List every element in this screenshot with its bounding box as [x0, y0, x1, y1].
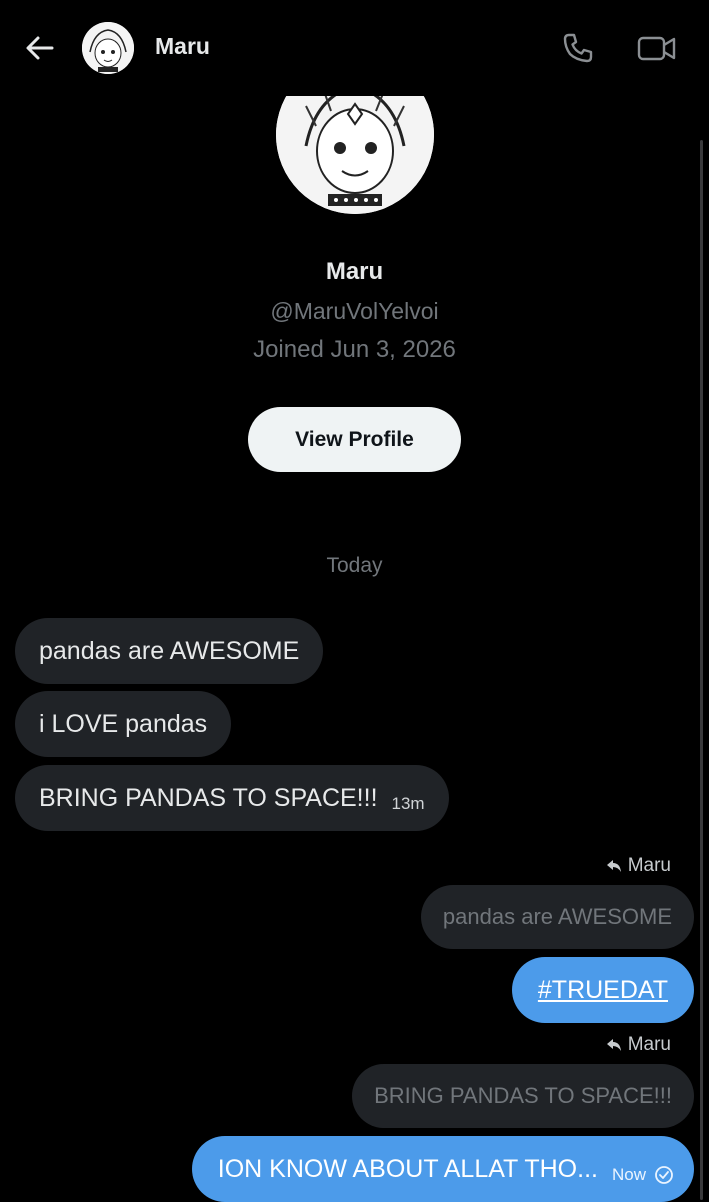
incoming-message[interactable]: i LOVE pandas	[15, 691, 232, 757]
profile-joined-date: Joined Jun 3, 2026	[253, 336, 456, 363]
arrow-left-icon	[26, 36, 54, 60]
outgoing-message[interactable]: #TRUEDAT	[511, 957, 694, 1023]
profile-handle: @MaruVolYelvoi	[270, 298, 439, 324]
reply-arrow-icon	[606, 860, 621, 872]
quoted-message[interactable]: BRING PANDAS TO SPACE!!!	[352, 1064, 694, 1128]
video-camera-icon	[637, 36, 676, 61]
outgoing-message[interactable]: ION KNOW ABOUT ALLAT THO... Now	[191, 1136, 694, 1202]
message-text: i LOVE pandas	[39, 709, 208, 738]
reply-indicator: Maru	[606, 1034, 671, 1056]
phone-icon	[563, 33, 593, 63]
incoming-message[interactable]: pandas are AWESOME	[15, 618, 324, 684]
back-button[interactable]	[22, 30, 58, 66]
reply-arrow-icon	[606, 1039, 621, 1051]
call-button[interactable]	[560, 30, 596, 66]
video-call-button[interactable]	[636, 30, 678, 66]
quoted-text: BRING PANDAS TO SPACE!!!	[374, 1083, 672, 1108]
reply-to-name: Maru	[627, 855, 671, 876]
quoted-message[interactable]: pandas are AWESOME	[420, 885, 694, 949]
hashtag-link[interactable]: #TRUEDAT	[538, 976, 668, 1005]
header-avatar[interactable]	[82, 22, 134, 74]
reply-to-name: Maru	[627, 1034, 671, 1055]
message-text: pandas are AWESOME	[39, 636, 300, 665]
check-circle-icon	[655, 1166, 673, 1184]
quoted-text: pandas are AWESOME	[442, 904, 672, 929]
chat-header: Maru	[0, 0, 709, 96]
message-text: ION KNOW ABOUT ALLAT THO...	[217, 1154, 598, 1183]
date-separator: Today	[326, 554, 383, 577]
incoming-message[interactable]: BRING PANDAS TO SPACE!!! 13m	[15, 765, 449, 831]
message-text: BRING PANDAS TO SPACE!!!	[39, 783, 378, 812]
conversation-title: Maru	[155, 33, 210, 59]
message-timestamp: 13m	[391, 794, 425, 813]
view-profile-button[interactable]: View Profile	[248, 407, 461, 472]
reply-indicator: Maru	[606, 855, 671, 877]
profile-name: Maru	[325, 258, 384, 285]
message-timestamp: Now	[612, 1165, 674, 1185]
timestamp-text: Now	[611, 1165, 646, 1184]
